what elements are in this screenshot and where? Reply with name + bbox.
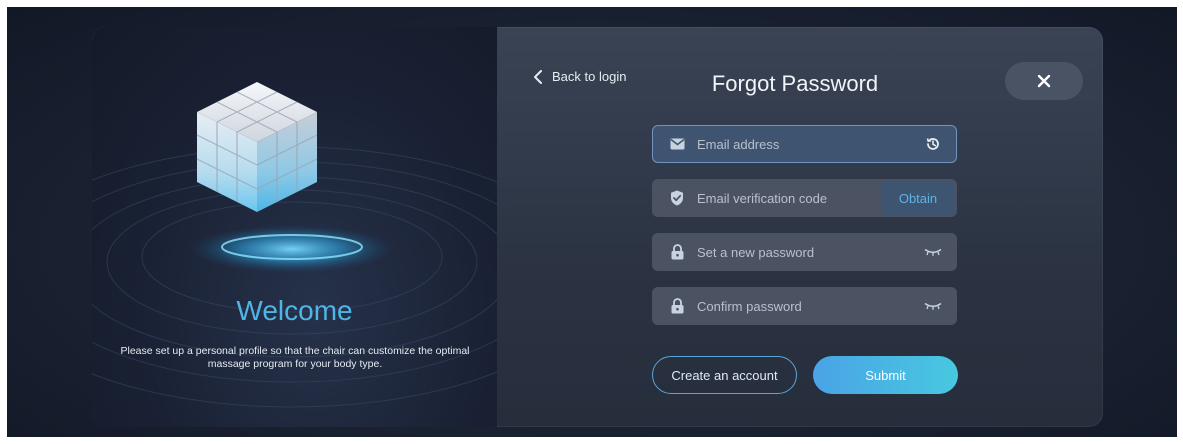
shield-icon xyxy=(669,190,685,206)
email-field[interactable]: Email address xyxy=(652,125,957,163)
eye-closed-icon[interactable] xyxy=(923,244,943,260)
confirm-password-placeholder: Confirm password xyxy=(697,298,802,314)
glow-pedestal xyxy=(190,225,394,273)
welcome-panel: Welcome Please set up a personal profile… xyxy=(92,27,497,427)
submit-button[interactable]: Submit xyxy=(813,356,958,394)
create-account-button[interactable]: Create an account xyxy=(652,356,797,394)
history-icon[interactable] xyxy=(923,136,943,152)
eye-closed-icon[interactable] xyxy=(923,298,943,314)
new-password-placeholder: Set a new password xyxy=(697,244,815,260)
mail-icon xyxy=(669,136,685,152)
close-icon xyxy=(1037,74,1051,88)
new-password-field[interactable]: Set a new password xyxy=(652,233,957,271)
close-button[interactable] xyxy=(1005,62,1083,100)
welcome-description: Please set up a personal profile so that… xyxy=(120,345,470,370)
confirm-password-field[interactable]: Confirm password xyxy=(652,287,957,325)
email-placeholder: Email address xyxy=(697,136,780,152)
forgot-password-dialog: Welcome Please set up a personal profile… xyxy=(92,27,1103,427)
welcome-title: Welcome xyxy=(236,295,353,326)
app-screen: Welcome Please set up a personal profile… xyxy=(7,7,1177,437)
obtain-code-button[interactable]: Obtain xyxy=(881,181,955,215)
cube-logo xyxy=(196,82,318,212)
page-title: Forgot Password xyxy=(711,71,879,96)
lock-icon xyxy=(669,298,685,314)
back-to-login-link[interactable]: Back to login xyxy=(533,69,626,84)
lock-icon xyxy=(669,244,685,260)
chevron-left-icon xyxy=(534,69,542,84)
verification-code-field[interactable]: Email verification code Obtain xyxy=(652,179,957,217)
verification-code-placeholder: Email verification code xyxy=(697,190,828,206)
back-label: Back to login xyxy=(552,69,627,84)
